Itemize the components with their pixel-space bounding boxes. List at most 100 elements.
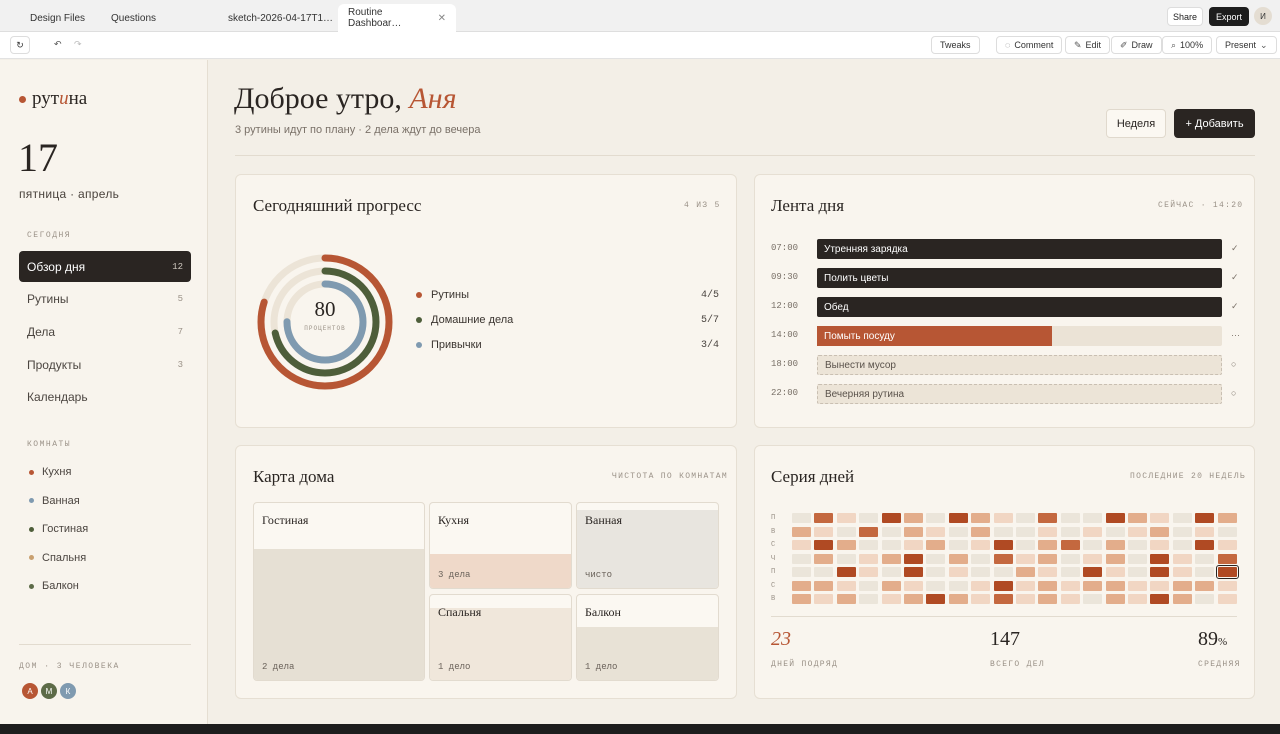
sidebar-room-item[interactable]: Балкон: [29, 580, 79, 592]
heatmap-cell[interactable]: [881, 580, 901, 591]
heatmap-cell[interactable]: [1217, 513, 1237, 523]
heatmap-cell[interactable]: [948, 567, 968, 577]
heatmap-cell[interactable]: [814, 540, 834, 550]
draw-button[interactable]: ✐ Draw: [1111, 36, 1162, 54]
heatmap-cell[interactable]: [881, 594, 901, 604]
heatmap-cell[interactable]: [1038, 540, 1058, 550]
heatmap-cell[interactable]: [1083, 553, 1103, 564]
sidebar-item-overview[interactable]: Обзор дня 12: [19, 251, 191, 282]
heatmap-cell[interactable]: [814, 526, 834, 537]
share-button[interactable]: Share: [1167, 7, 1203, 26]
room-card[interactable]: Кухня 3 дела: [429, 502, 572, 589]
heatmap-cell[interactable]: [859, 540, 879, 550]
heatmap-cell[interactable]: [993, 594, 1013, 604]
heatmap-cell[interactable]: [1083, 594, 1103, 604]
heatmap-cell[interactable]: [1038, 526, 1058, 537]
heatmap-cell[interactable]: [836, 594, 856, 604]
heatmap-cell[interactable]: [1172, 540, 1192, 550]
export-button[interactable]: Export: [1209, 7, 1249, 26]
timeline-row[interactable]: 09:30 Полить цветы ✓: [771, 268, 1241, 288]
present-button[interactable]: Present ⌄: [1216, 36, 1277, 54]
heatmap-cell[interactable]: [1195, 540, 1215, 550]
heatmap-cell[interactable]: [1016, 526, 1035, 537]
heatmap-cell[interactable]: [792, 540, 811, 550]
heatmap-cell[interactable]: [971, 553, 991, 564]
heatmap-cell[interactable]: [1060, 526, 1080, 537]
heatmap-cell[interactable]: [1105, 594, 1125, 604]
heatmap-cell[interactable]: [993, 580, 1013, 591]
heatmap-cell[interactable]: [1217, 526, 1237, 537]
heatmap-cell[interactable]: [881, 526, 901, 537]
heatmap-cell[interactable]: [836, 513, 856, 523]
heatmap-cell[interactable]: [1215, 565, 1239, 579]
avatar[interactable]: К: [59, 682, 77, 700]
heatmap-cell[interactable]: [1016, 567, 1035, 577]
heatmap-cell[interactable]: [814, 513, 834, 523]
heatmap-cell[interactable]: [1172, 567, 1192, 577]
heatmap-cell[interactable]: [1217, 594, 1237, 604]
avatar[interactable]: А: [21, 682, 39, 700]
heatmap-cell[interactable]: [926, 567, 946, 577]
heatmap-cell[interactable]: [993, 567, 1013, 577]
heatmap-cell[interactable]: [814, 594, 834, 604]
heatmap-cell[interactable]: [1038, 553, 1058, 564]
heatmap-cell[interactable]: [836, 526, 856, 537]
heatmap-cell[interactable]: [1016, 580, 1035, 591]
heatmap-cell[interactable]: [881, 513, 901, 523]
heatmap-cell[interactable]: [971, 594, 991, 604]
heatmap-cell[interactable]: [1038, 567, 1058, 577]
heatmap-cell[interactable]: [1038, 594, 1058, 604]
heatmap-cell[interactable]: [1172, 513, 1192, 523]
heatmap-cell[interactable]: [1195, 567, 1215, 577]
heatmap-cell[interactable]: [993, 540, 1013, 550]
heatmap-cell[interactable]: [948, 513, 968, 523]
heatmap-cell[interactable]: [1105, 513, 1125, 523]
sidebar-room-item[interactable]: Ванная: [29, 495, 80, 507]
heatmap-cell[interactable]: [1060, 553, 1080, 564]
timeline-row[interactable]: 22:00 Вечерняя рутина ○: [771, 384, 1241, 404]
heatmap-cell[interactable]: [948, 594, 968, 604]
tab-questions[interactable]: Questions: [101, 4, 166, 32]
sidebar-room-item[interactable]: Кухня: [29, 466, 71, 478]
heatmap-cell[interactable]: [881, 553, 901, 564]
heatmap-cell[interactable]: [1016, 594, 1035, 604]
heatmap-cell[interactable]: [1150, 594, 1170, 604]
heatmap-cell[interactable]: [1105, 526, 1125, 537]
heatmap-cell[interactable]: [1195, 594, 1215, 604]
heatmap-cell[interactable]: [1128, 553, 1147, 564]
heatmap-cell[interactable]: [1105, 553, 1125, 564]
heatmap-cell[interactable]: [948, 553, 968, 564]
heatmap-cell[interactable]: [859, 594, 879, 604]
heatmap-cell[interactable]: [1172, 526, 1192, 537]
heatmap-cell[interactable]: [1195, 580, 1215, 591]
heatmap-cell[interactable]: [881, 567, 901, 577]
heatmap-cell[interactable]: [1083, 513, 1103, 523]
heatmap-cell[interactable]: [926, 513, 946, 523]
heatmap-cell[interactable]: [904, 526, 923, 537]
heatmap-cell[interactable]: [1172, 553, 1192, 564]
heatmap-cell[interactable]: [1195, 526, 1215, 537]
heatmap-cell[interactable]: [1016, 513, 1035, 523]
room-card[interactable]: Гостиная 2 дела: [253, 502, 425, 681]
heatmap-cell[interactable]: [1128, 594, 1147, 604]
heatmap-cell[interactable]: [814, 580, 834, 591]
heatmap-cell[interactable]: [1105, 580, 1125, 591]
heatmap-cell[interactable]: [836, 567, 856, 577]
heatmap-cell[interactable]: [926, 553, 946, 564]
heatmap-cell[interactable]: [881, 540, 901, 550]
heatmap-cell[interactable]: [859, 580, 879, 591]
heatmap-cell[interactable]: [1217, 580, 1237, 591]
heatmap-cell[interactable]: [971, 540, 991, 550]
heatmap-cell[interactable]: [792, 526, 811, 537]
app-logo[interactable]: рутина: [19, 88, 87, 110]
heatmap-cell[interactable]: [1195, 513, 1215, 523]
heatmap-cell[interactable]: [904, 567, 923, 577]
heatmap-cell[interactable]: [993, 553, 1013, 564]
heatmap-cell[interactable]: [859, 567, 879, 577]
heatmap-cell[interactable]: [926, 580, 946, 591]
heatmap-cell[interactable]: [1150, 513, 1170, 523]
heatmap-cell[interactable]: [971, 513, 991, 523]
sidebar-item-tasks[interactable]: Дела 7: [19, 316, 191, 347]
heatmap-cell[interactable]: [1128, 526, 1147, 537]
heatmap-cell[interactable]: [971, 580, 991, 591]
